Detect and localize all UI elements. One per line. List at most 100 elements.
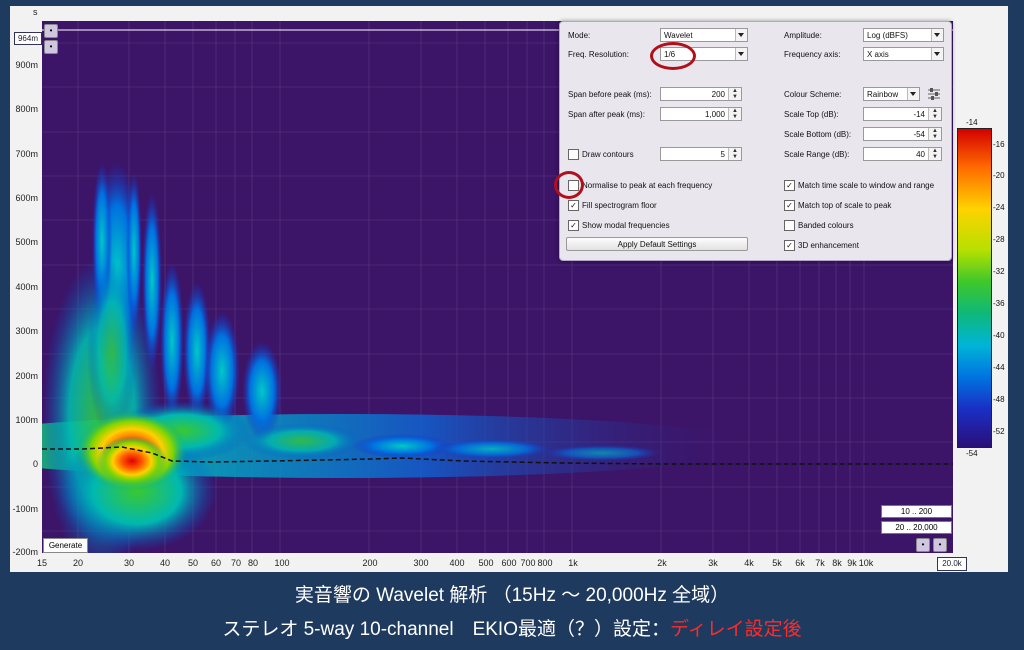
spinner-icon[interactable]: ▲ ▼ — [728, 148, 741, 160]
y-tick: 300m — [15, 326, 38, 336]
x-tick: 4k — [744, 558, 754, 568]
amplitude-select[interactable]: Log (dBFS) — [863, 28, 944, 42]
x-tick: 2k — [657, 558, 667, 568]
scale-top-label: Scale Top (dB): — [784, 110, 839, 119]
spinner-icon[interactable]: ▲ ▼ — [928, 108, 941, 120]
match-time-checkbox[interactable]: ✓ — [784, 180, 795, 191]
scale-range-input[interactable]: 40 ▲ ▼ — [863, 147, 942, 161]
show-modal-label: Show modal frequencies — [582, 221, 670, 230]
freq-axis-label: Frequency axis: — [784, 50, 841, 59]
enhance3d-checkbox[interactable]: ✓ — [784, 240, 795, 251]
spinner-icon[interactable]: ▲ ▼ — [928, 148, 941, 160]
colour-scale-legend — [957, 128, 992, 448]
legend-tick: -32 — [993, 267, 1005, 276]
x-tick: 700 — [520, 558, 536, 568]
spinner-icon[interactable]: ▲ ▼ — [928, 128, 941, 140]
chevron-down-icon — [735, 48, 747, 60]
nav-up-button[interactable]: • — [44, 24, 58, 38]
legend-tick: -14 — [966, 118, 978, 127]
legend-tick: -28 — [993, 235, 1005, 244]
y-tick: 700m — [15, 149, 38, 159]
nav-left-button[interactable]: • — [916, 538, 930, 552]
y-tick: 900m — [15, 60, 38, 70]
banded-label: Banded colours — [798, 221, 854, 230]
banded-checkbox[interactable] — [784, 220, 795, 231]
chevron-down-icon — [931, 48, 943, 60]
x-tick: 80 — [247, 558, 259, 568]
x-tick: 10k — [858, 558, 874, 568]
fill-floor-label: Fill spectrogram floor — [582, 201, 657, 210]
y-tick: -200m — [12, 547, 38, 557]
legend-tick: -24 — [993, 203, 1005, 212]
caption-line-2-highlight: ディレイ設定後 — [670, 619, 802, 640]
mode-label: Mode: — [568, 31, 591, 40]
match-top-label: Match top of scale to peak — [798, 201, 892, 210]
legend-tick: -16 — [993, 140, 1005, 149]
span-after-input[interactable]: 1,000 ▲ ▼ — [660, 107, 742, 121]
nav-down-button[interactable]: • — [44, 40, 58, 54]
y-tick: 600m — [15, 193, 38, 203]
x-tick: 15 — [36, 558, 48, 568]
chevron-down-icon — [907, 88, 919, 100]
scale-top-input[interactable]: -14 ▲ ▼ — [863, 107, 942, 121]
show-modal-checkbox[interactable]: ✓ — [568, 220, 579, 231]
scale-range-label: Scale Range (dB): — [784, 150, 850, 159]
chevron-down-icon — [931, 29, 943, 41]
x-tick: 6k — [795, 558, 805, 568]
x-tick: 30 — [123, 558, 135, 568]
generate-button[interactable]: Generate — [43, 538, 88, 553]
freq-res-label: Freq. Resolution: — [568, 50, 629, 59]
match-time-label: Match time scale to window and range — [798, 181, 935, 190]
freq-axis-select[interactable]: X axis — [863, 47, 944, 61]
legend-tick: -36 — [993, 299, 1005, 308]
spinner-icon[interactable]: ▲ ▼ — [728, 88, 741, 100]
x-tick: 5k — [772, 558, 782, 568]
x-tick: 3k — [708, 558, 718, 568]
span-after-label: Span after peak (ms): — [568, 110, 645, 119]
spinner-icon[interactable]: ▲ ▼ — [728, 108, 741, 120]
scale-bottom-input[interactable]: -54 ▲ ▼ — [863, 127, 942, 141]
y-axis-unit: s — [33, 7, 38, 17]
x-tick: 8k — [832, 558, 842, 568]
x-tick: 500 — [478, 558, 494, 568]
chevron-down-icon — [735, 29, 747, 41]
apply-default-settings-button[interactable]: Apply Default Settings — [566, 237, 748, 251]
enhance3d-label: 3D enhancement — [798, 241, 859, 250]
range-20-20000-button[interactable]: 20 .. 20,000 — [881, 521, 952, 534]
spectrogram-controls-panel: Mode: Wavelet Freq. Resolution: 1/6 Ampl… — [559, 21, 952, 261]
y-tick: 500m — [15, 237, 38, 247]
legend-tick: -54 — [966, 449, 978, 458]
x-tick: 100 — [274, 558, 290, 568]
legend-tick: -20 — [993, 171, 1005, 180]
x-tick: 70 — [230, 558, 242, 568]
legend-tick: -40 — [993, 331, 1005, 340]
scale-bottom-label: Scale Bottom (dB): — [784, 130, 852, 139]
caption-line-2-main: ステレオ 5-way 10-channel EKIO最適（？）設定： — [222, 619, 670, 640]
legend-tick: -52 — [993, 427, 1005, 436]
sliders-icon[interactable] — [927, 87, 941, 101]
colour-scheme-label: Colour Scheme: — [784, 90, 842, 99]
contours-count-input[interactable]: 5 ▲ ▼ — [660, 147, 742, 161]
y-tick: 0 — [32, 459, 38, 469]
annotation-ring — [650, 42, 696, 70]
colour-scheme-select[interactable]: Rainbow — [863, 87, 920, 101]
span-before-label: Span before peak (ms): — [568, 90, 652, 99]
nav-right-button[interactable]: • — [933, 538, 947, 552]
x-tick: 50 — [187, 558, 199, 568]
mode-select[interactable]: Wavelet — [660, 28, 748, 42]
x-tick: 9k — [847, 558, 857, 568]
y-tick: 100m — [15, 415, 38, 425]
x-cursor-readout: 20.0k — [937, 557, 967, 571]
annotation-ring — [554, 171, 584, 199]
x-tick: 600 — [501, 558, 517, 568]
x-tick: 400 — [449, 558, 465, 568]
span-before-input[interactable]: 200 ▲ ▼ — [660, 87, 742, 101]
range-10-200-button[interactable]: 10 .. 200 — [881, 505, 952, 518]
x-tick: 20 — [72, 558, 84, 568]
amplitude-label: Amplitude: — [784, 31, 822, 40]
x-tick: 40 — [159, 558, 171, 568]
draw-contours-checkbox[interactable] — [568, 149, 579, 160]
fill-floor-checkbox[interactable]: ✓ — [568, 200, 579, 211]
match-top-checkbox[interactable]: ✓ — [784, 200, 795, 211]
y-cursor-readout: 964m — [14, 32, 42, 45]
